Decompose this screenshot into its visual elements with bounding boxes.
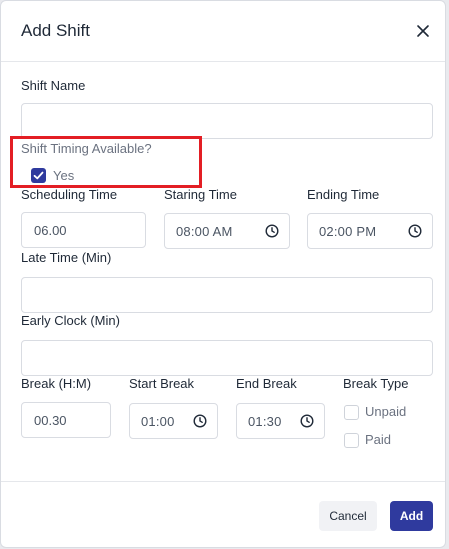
close-icon[interactable] (415, 23, 431, 39)
starting-time-value: 08:00 AM (176, 223, 233, 239)
paid-label: Paid (365, 432, 392, 447)
shift-name-input[interactable] (21, 103, 433, 139)
end-break-value: 01:30 (248, 413, 282, 429)
start-break-label: Start Break (129, 376, 195, 391)
checkmark-icon (33, 171, 44, 180)
break-type-label: Break Type (343, 376, 409, 391)
clock-icon[interactable] (193, 414, 207, 428)
scheduling-time-input[interactable] (21, 212, 146, 248)
modal-header: Add Shift (1, 1, 445, 62)
break-label: Break (H:M) (21, 376, 92, 391)
late-time-input[interactable] (21, 277, 433, 313)
ending-time-value: 02:00 PM (319, 223, 377, 239)
unpaid-checkbox[interactable] (344, 405, 359, 420)
start-break-value: 01:00 (141, 413, 175, 429)
ending-time-label: Ending Time (307, 187, 380, 202)
starting-time-label: Staring Time (164, 187, 237, 202)
paid-checkbox[interactable] (344, 433, 359, 448)
scheduling-time-label: Scheduling Time (21, 187, 118, 202)
early-clock-label: Early Clock (Min) (21, 313, 120, 328)
modal-footer (1, 481, 445, 482)
early-clock-input[interactable] (21, 340, 433, 376)
clock-icon[interactable] (300, 414, 314, 428)
add-shift-modal: Add Shift Shift Name Shift Timing Availa… (0, 0, 446, 548)
start-break-input[interactable]: 01:00 (129, 403, 218, 439)
add-button[interactable]: Add (390, 501, 433, 531)
shift-timing-label: Shift Timing Available? (21, 141, 152, 156)
clock-icon[interactable] (408, 224, 422, 238)
break-input[interactable] (21, 402, 111, 438)
shift-timing-yes-checkbox[interactable] (31, 168, 46, 183)
shift-timing-yes-label: Yes (53, 168, 75, 183)
starting-time-input[interactable]: 08:00 AM (164, 213, 290, 249)
shift-name-label: Shift Name (21, 78, 86, 93)
ending-time-input[interactable]: 02:00 PM (307, 213, 433, 249)
end-break-input[interactable]: 01:30 (236, 403, 325, 439)
modal-title: Add Shift (21, 21, 90, 40)
unpaid-label: Unpaid (365, 404, 407, 419)
cancel-button[interactable]: Cancel (319, 501, 377, 531)
clock-icon[interactable] (265, 224, 279, 238)
end-break-label: End Break (236, 376, 297, 391)
late-time-label: Late Time (Min) (21, 250, 112, 265)
